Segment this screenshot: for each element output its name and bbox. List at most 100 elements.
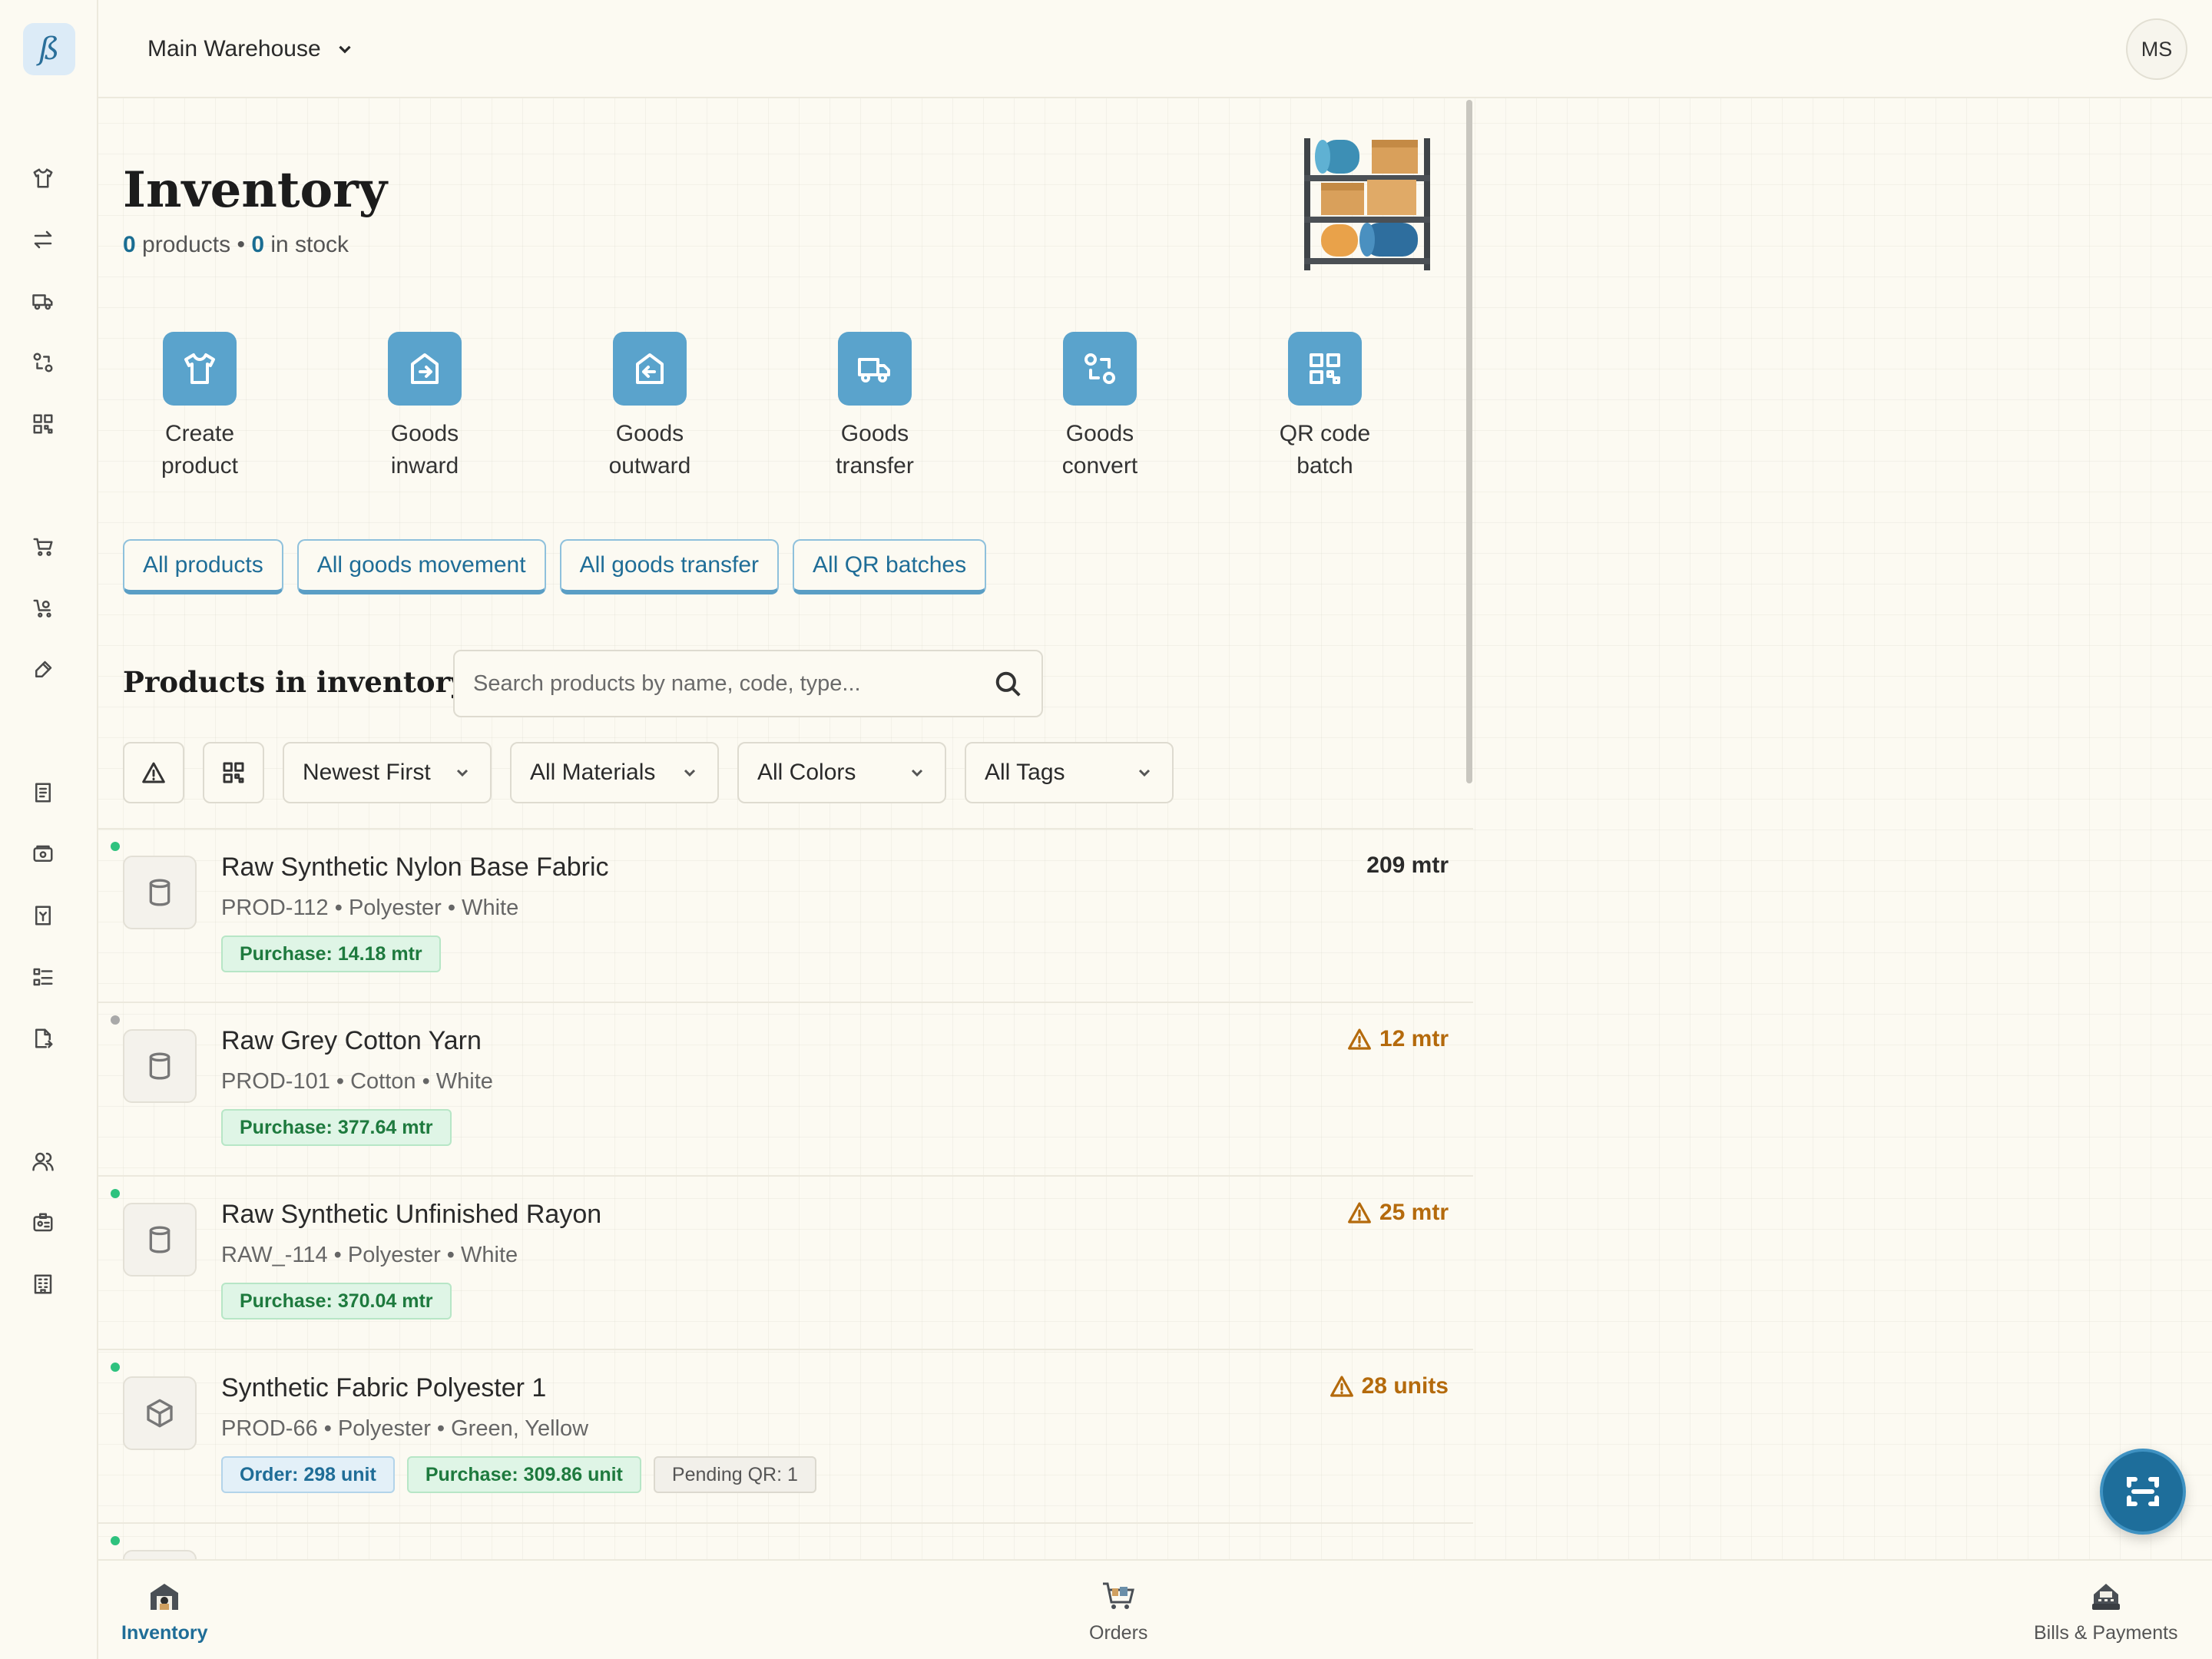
top-bar: Main Warehouse MS (98, 0, 2212, 98)
sort-value: Newest First (303, 760, 431, 785)
action-goods-outward[interactable]: Goods outward (573, 332, 798, 482)
sidebar-id-card-icon[interactable] (29, 1209, 57, 1237)
nav-label: Orders (1089, 1622, 1148, 1644)
sidebar-building-icon[interactable] (29, 1270, 57, 1298)
warning-icon (142, 762, 165, 783)
sidebar-qr-icon[interactable] (29, 410, 57, 438)
action-goods-convert[interactable]: Goods convert (1023, 332, 1248, 482)
warehouse-selector[interactable]: Main Warehouse (147, 31, 355, 68)
product-tags: Purchase: 377.64 mtr (221, 1109, 452, 1146)
sidebar-users-icon[interactable] (29, 1147, 57, 1175)
stock-quantity: 25 mtr (1347, 1200, 1449, 1226)
goods-inward-button[interactable] (388, 332, 462, 406)
qr-code-batch-button[interactable] (1288, 332, 1362, 406)
action-label: Goods convert (1061, 421, 1138, 478)
cart-icon (1098, 1576, 1138, 1616)
warehouse-icon (144, 1576, 184, 1616)
bottom-navigation: Inventory Orders Bills & Payments (98, 1559, 2212, 1659)
nav-inventory[interactable]: Inventory (121, 1576, 208, 1644)
sidebar-list-icon[interactable] (29, 963, 57, 991)
tags-value: All Tags (985, 760, 1065, 785)
status-dot (111, 1536, 120, 1545)
product-row[interactable]: Synthetic Fabric Polyester 1 PROD-66 • P… (98, 1349, 1473, 1522)
action-goods-transfer[interactable]: Goods transfer (798, 332, 1023, 482)
sort-select[interactable]: Newest First (283, 742, 492, 803)
goods-outward-button[interactable] (613, 332, 687, 406)
product-meta: PROD-112 • Polyester • White (221, 896, 519, 920)
all-goods-movement-link[interactable]: All goods movement (296, 539, 546, 594)
quantity-value: 25 mtr (1379, 1200, 1449, 1225)
sidebar-convert-icon[interactable] (29, 349, 57, 376)
box-icon (147, 1399, 173, 1428)
stock-quantity: 12 mtr (1347, 1026, 1449, 1052)
sidebar-receipt-icon[interactable] (29, 779, 57, 806)
product-name: Raw Synthetic Unfinished Rayon (221, 1200, 602, 1229)
materials-select[interactable]: All Materials (510, 742, 719, 803)
sidebar-movement-icon[interactable] (29, 226, 57, 253)
product-meta: PROD-101 • Cotton • White (221, 1069, 493, 1094)
scan-button[interactable] (2100, 1449, 2186, 1535)
warehouse-name: Main Warehouse (147, 36, 321, 61)
user-avatar[interactable]: MS (2126, 18, 2187, 80)
main-scrollbar[interactable] (1466, 100, 1472, 783)
sidebar-shirt-icon[interactable] (29, 164, 57, 192)
all-products-link[interactable]: All products (123, 539, 283, 594)
create-product-button[interactable] (163, 332, 237, 406)
stock-quantity: 209 mtr (1366, 853, 1449, 879)
product-name: Raw Grey Cotton Yarn (221, 1026, 482, 1055)
product-search (453, 650, 1043, 717)
sidebar-wallet-icon[interactable] (29, 840, 57, 868)
quantity-value: 28 units (1361, 1373, 1449, 1399)
status-dot (111, 842, 120, 851)
colors-select[interactable]: All Colors (737, 742, 946, 803)
action-create-product[interactable]: Create product (123, 332, 348, 482)
inward-icon (411, 353, 439, 384)
goods-convert-button[interactable] (1063, 332, 1137, 406)
sidebar-cart-icon[interactable] (29, 533, 57, 561)
purchase-tag: Purchase: 370.04 mtr (221, 1283, 452, 1320)
product-thumbnail (123, 1203, 197, 1277)
status-dot (111, 1363, 120, 1372)
product-row[interactable]: Raw Synthetic Nylon Base Fabric PROD-112… (98, 828, 1473, 1002)
nav-bills-payments[interactable]: Bills & Payments (2034, 1576, 2178, 1644)
page-summary: 0 products • 0 in stock (123, 232, 349, 258)
product-row[interactable] (98, 1522, 1473, 1559)
sidebar-truck-icon[interactable] (29, 287, 57, 315)
sidebar-invoice-icon[interactable] (29, 902, 57, 929)
quantity-value: 12 mtr (1379, 1026, 1449, 1051)
sidebar: ß (0, 0, 98, 1659)
nav-label: Bills & Payments (2034, 1622, 2178, 1644)
goods-transfer-button[interactable] (838, 332, 912, 406)
tags-select[interactable]: All Tags (965, 742, 1174, 803)
cylinder-icon (149, 1226, 171, 1253)
products-count: 0 (123, 232, 136, 257)
product-thumbnail (123, 1029, 197, 1103)
product-row[interactable]: Raw Synthetic Unfinished Rayon RAW_-114 … (98, 1175, 1473, 1349)
quantity-value: 209 mtr (1366, 853, 1449, 878)
chevron-down-icon (1138, 769, 1151, 777)
product-thumbnail (123, 1376, 197, 1450)
warehouse-shelf-illustration (1304, 138, 1430, 270)
warning-icon (1330, 1376, 1353, 1397)
low-stock-filter-button[interactable] (123, 742, 184, 803)
truck-icon (858, 358, 890, 382)
nav-orders[interactable]: Orders (1089, 1576, 1147, 1644)
sidebar-document-export-icon[interactable] (29, 1025, 57, 1052)
search-icon[interactable] (994, 670, 1023, 699)
search-input[interactable] (473, 651, 965, 716)
status-dot (111, 1015, 120, 1025)
warning-icon (1348, 1028, 1371, 1050)
stock-quantity: 28 units (1330, 1373, 1449, 1399)
app-logo[interactable]: ß (23, 23, 75, 75)
product-row[interactable]: Raw Grey Cotton Yarn PROD-101 • Cotton •… (98, 1002, 1473, 1175)
chevron-down-icon (684, 769, 696, 777)
sidebar-cart-user-icon[interactable] (29, 594, 57, 622)
all-qr-batches-link[interactable]: All QR batches (793, 539, 987, 594)
products-label: products (142, 232, 231, 257)
action-qr-code-batch[interactable]: QR code batch (1248, 332, 1473, 482)
action-goods-inward[interactable]: Goods inward (348, 332, 573, 482)
quick-links: All products All goods movement All good… (123, 539, 987, 594)
sidebar-tools-icon[interactable] (29, 656, 57, 684)
all-goods-transfer-link[interactable]: All goods transfer (559, 539, 780, 594)
qr-filter-button[interactable] (203, 742, 264, 803)
